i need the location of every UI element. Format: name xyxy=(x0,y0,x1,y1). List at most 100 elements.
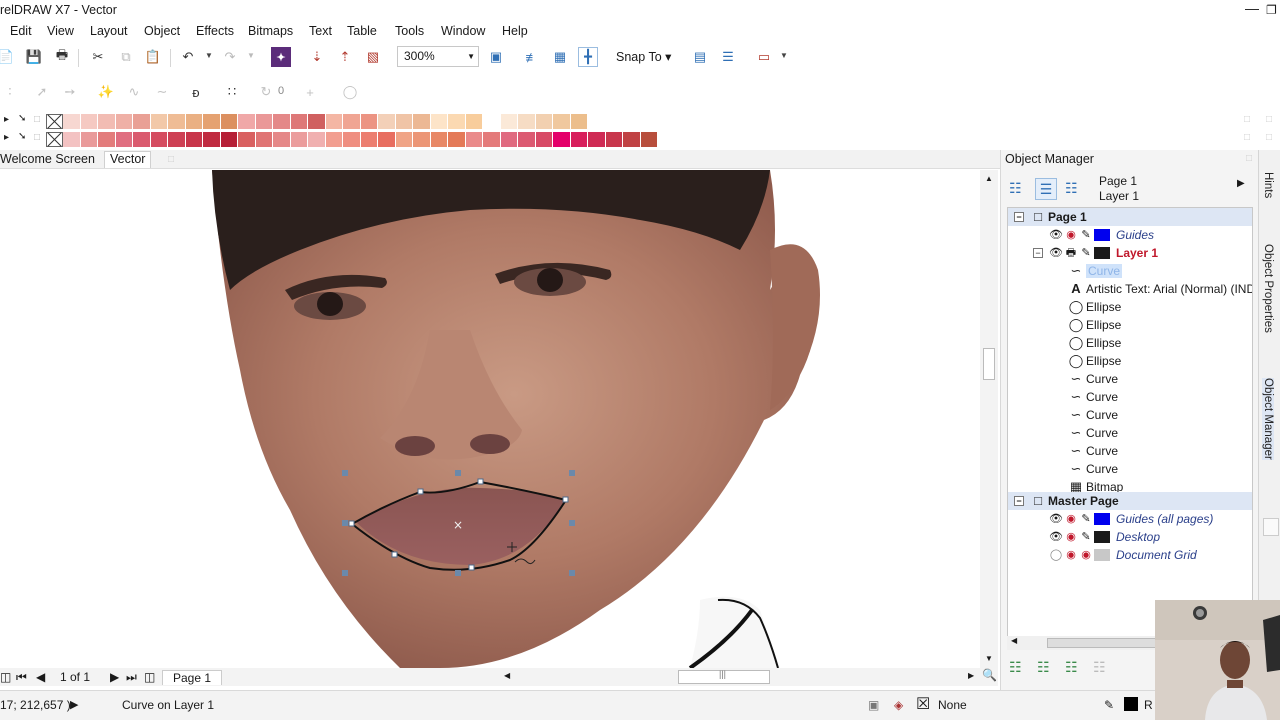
tree-row-master-page[interactable]: − □ Master Page xyxy=(1008,492,1252,510)
tree-row-object[interactable]: ◯ Ellipse xyxy=(1008,352,1252,370)
print-icon[interactable]: 🖶 xyxy=(52,47,72,67)
color-swatch[interactable] xyxy=(430,131,448,147)
color-swatch[interactable] xyxy=(570,131,588,147)
new-master-layer-all-icon[interactable]: ☷ xyxy=(1065,659,1078,676)
color-swatch[interactable] xyxy=(465,131,483,147)
menu-bitmaps[interactable]: Bitmaps xyxy=(248,24,293,38)
minimize-button[interactable]: — xyxy=(1244,1,1260,18)
collapse-icon[interactable]: − xyxy=(1014,496,1024,506)
print-disabled-icon[interactable]: ◉ xyxy=(1063,547,1079,563)
color-swatch[interactable] xyxy=(115,131,133,147)
options-icon[interactable]: ▤ xyxy=(690,47,710,67)
color-swatch[interactable] xyxy=(220,131,238,147)
color-swatch[interactable] xyxy=(98,113,116,129)
tree-row-object[interactable]: ◯ Ellipse xyxy=(1008,334,1252,352)
menu-text[interactable]: Text xyxy=(309,24,332,38)
canvas-horizontal-scrollbar[interactable]: ◀ ||| ▶ 🔍 xyxy=(500,668,998,686)
tab-vector[interactable]: Vector xyxy=(104,151,152,168)
add-node-icon[interactable]: ➚ xyxy=(32,82,52,102)
menu-tools[interactable]: Tools xyxy=(395,24,424,38)
color-swatch[interactable] xyxy=(413,113,431,129)
menu-object[interactable]: Object xyxy=(144,24,180,38)
no-color-swatch[interactable] xyxy=(46,131,63,147)
redo-icon[interactable]: ↷ xyxy=(220,47,240,67)
menu-window[interactable]: Window xyxy=(441,24,485,38)
color-swatch[interactable] xyxy=(395,131,413,147)
first-page-icon[interactable]: ⏮ xyxy=(16,670,27,685)
color-swatch[interactable] xyxy=(570,113,588,129)
node-select-icon[interactable]: ∶ xyxy=(0,82,20,102)
delete-node-icon[interactable]: ➙ xyxy=(60,82,80,102)
edit-disabled-icon[interactable]: ◉ xyxy=(1078,547,1094,563)
paste-icon[interactable]: 📋 xyxy=(143,47,163,67)
show-properties-icon[interactable]: ☷ xyxy=(1009,180,1022,197)
guides-color-swatch[interactable] xyxy=(1094,513,1110,525)
outline-pen-icon[interactable]: ✎ xyxy=(1104,698,1114,712)
palette-scroll-arrows[interactable]: ▸ ➘ □ xyxy=(0,113,46,129)
menu-edit[interactable]: Edit xyxy=(10,24,32,38)
undo-icon[interactable]: ↶ xyxy=(178,47,198,67)
print-disabled-icon[interactable]: ◉ xyxy=(1063,227,1079,243)
color-swatch[interactable] xyxy=(518,131,536,147)
new-tab-icon[interactable]: □ xyxy=(168,154,174,165)
select-all-nodes-icon[interactable]: ◯ xyxy=(340,82,360,102)
menu-layout[interactable]: Layout xyxy=(90,24,128,38)
color-swatch[interactable] xyxy=(203,113,221,129)
face-bitmap[interactable] xyxy=(0,170,820,668)
color-swatch[interactable] xyxy=(535,131,553,147)
print-disabled-icon[interactable]: ◉ xyxy=(1063,511,1079,527)
color-swatch[interactable] xyxy=(483,113,501,129)
new-layer-icon[interactable]: ☷ xyxy=(1009,659,1022,676)
tab-hints[interactable]: Hints xyxy=(1262,172,1274,198)
color-swatch[interactable] xyxy=(220,113,238,129)
canvas-vertical-scrollbar[interactable]: ▲ ▼ xyxy=(980,170,998,668)
cut-icon[interactable]: ✂ xyxy=(88,47,108,67)
color-swatch[interactable] xyxy=(185,113,203,129)
color-swatch[interactable] xyxy=(430,113,448,129)
export-icon[interactable]: ⇡ xyxy=(335,47,355,67)
join-nodes-icon[interactable]: ✨ xyxy=(96,82,116,102)
color-swatch[interactable] xyxy=(80,131,98,147)
previous-page-icon[interactable]: ◀ xyxy=(36,670,45,684)
color-swatch[interactable] xyxy=(623,131,641,147)
collapse-icon[interactable]: − xyxy=(1033,248,1043,258)
color-swatch[interactable] xyxy=(343,131,361,147)
last-page-icon[interactable]: ⏭ xyxy=(126,670,137,685)
color-swatch[interactable] xyxy=(133,131,151,147)
page-layout-icon[interactable]: ◫ xyxy=(0,670,11,684)
break-curve-icon[interactable]: ∿ xyxy=(124,82,144,102)
tree-row-guides[interactable]: 👁 ◉ ✎ Guides xyxy=(1008,226,1252,244)
color-swatch[interactable] xyxy=(255,113,273,129)
color-swatch[interactable] xyxy=(185,131,203,147)
launcher-dropdown-icon[interactable]: ▼ xyxy=(780,51,788,60)
color-swatch[interactable] xyxy=(273,131,291,147)
show-guidelines-icon[interactable]: ╋ xyxy=(578,47,598,67)
color-swatch[interactable] xyxy=(308,113,326,129)
angle-input[interactable]: 0 xyxy=(275,83,297,101)
search-content-icon[interactable]: ✦ xyxy=(271,47,291,67)
color-swatch[interactable] xyxy=(63,113,81,129)
tree-row-object[interactable]: ∽ Curve xyxy=(1008,262,1252,280)
color-swatch[interactable] xyxy=(465,113,483,129)
color-swatch[interactable] xyxy=(448,131,466,147)
color-swatch[interactable] xyxy=(378,113,396,129)
guides-color-swatch[interactable] xyxy=(1094,229,1110,241)
color-swatch[interactable] xyxy=(378,131,396,147)
play-icon[interactable]: ▶ xyxy=(70,698,78,711)
color-swatch[interactable] xyxy=(500,131,518,147)
color-swatch[interactable] xyxy=(80,113,98,129)
color-swatch[interactable] xyxy=(343,113,361,129)
rotate-icon[interactable]: ↻ xyxy=(256,82,276,102)
tree-row-object[interactable]: ◯ Ellipse xyxy=(1008,298,1252,316)
color-swatch[interactable] xyxy=(290,131,308,147)
menu-table[interactable]: Table xyxy=(347,24,377,38)
color-swatch[interactable] xyxy=(325,113,343,129)
edit-pencil-icon[interactable]: ✎ xyxy=(1078,245,1094,261)
tree-row-document-grid[interactable]: ◯ ◉ ◉ Document Grid xyxy=(1008,546,1252,564)
snap-to-button[interactable]: Snap To ▾ xyxy=(616,49,671,64)
edit-pencil-icon[interactable]: ✎ xyxy=(1078,529,1094,545)
convert-to-line-icon[interactable]: ∼ xyxy=(152,82,172,102)
add-page-icon[interactable]: ◫ xyxy=(144,670,155,684)
color-swatch[interactable] xyxy=(238,113,256,129)
color-swatch[interactable] xyxy=(518,113,536,129)
